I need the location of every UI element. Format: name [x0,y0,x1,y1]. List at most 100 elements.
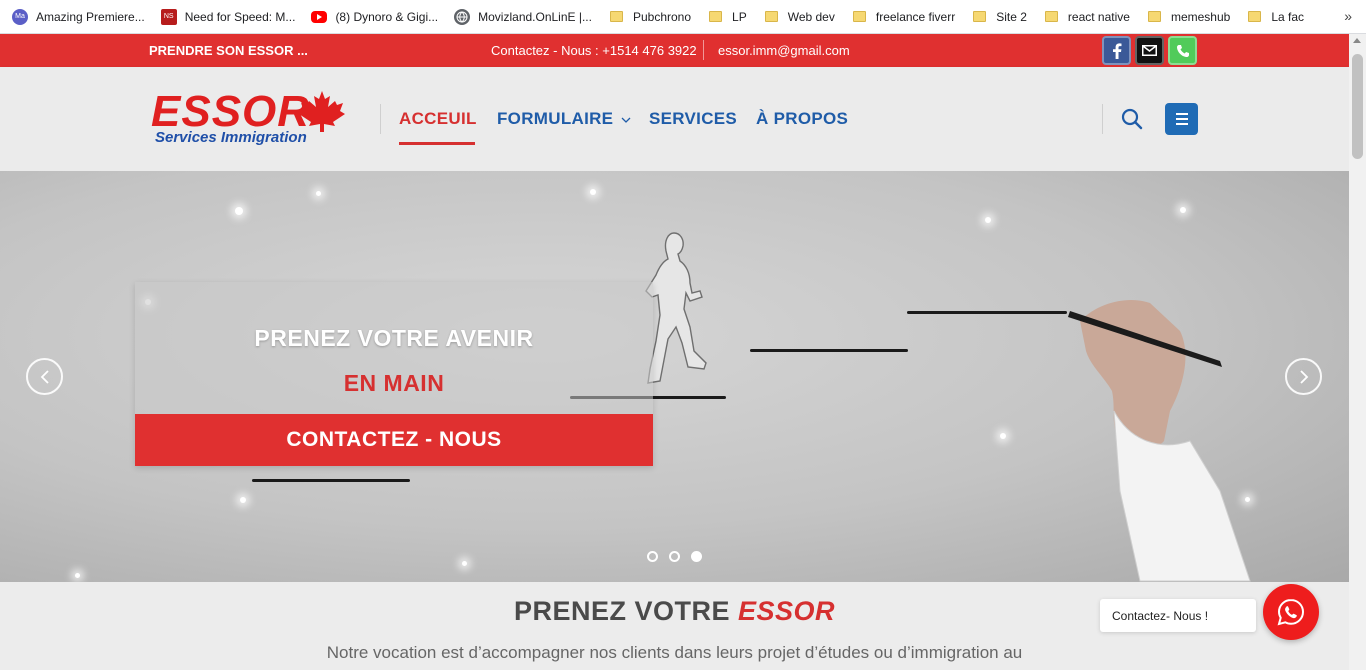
bookmark-label: LP [732,9,747,24]
header-divider [380,104,381,134]
bookmark-movizland[interactable]: Movizland.OnLinE |... [454,8,592,25]
facebook-button[interactable] [1102,36,1131,65]
bookmark-folder-lp[interactable]: LP [707,10,747,24]
bookmark-folder-pubchrono[interactable]: Pubchrono [608,10,691,24]
bookmark-folder-freelance[interactable]: freelance fiverr [851,10,955,24]
active-nav-underline [399,142,475,145]
bokeh-light [1000,433,1006,439]
slider-next-button[interactable] [1285,358,1322,395]
ma-badge-icon: Ma [12,8,28,25]
folder-icon [973,11,987,22]
slider-dot-2[interactable] [669,551,680,562]
email-link[interactable]: essor.imm@gmail.com [718,43,850,58]
globe-icon [454,8,471,25]
intro-text: Notre vocation est d’accompagner nos cli… [326,643,1023,662]
folder-icon [852,11,866,22]
facebook-icon [1112,42,1121,59]
bookmark-label: La fac [1271,9,1305,24]
hero-headline-accent: EN MAIN [343,370,445,396]
search-button[interactable] [1120,107,1144,131]
scrollbar-thumb[interactable] [1352,54,1363,159]
folder-icon [1147,11,1161,22]
nfs-icon: NS [160,8,177,25]
search-icon [1121,108,1143,130]
hero-card: PRENEZ VOTRE AVENIR EN MAIN CONTACTEZ - … [135,282,653,466]
bookmark-label: Site 2 [996,9,1027,24]
bookmark-need-for-speed[interactable]: NS Need for Speed: M... [160,8,296,25]
bookmark-label: react native [1067,9,1130,24]
maple-leaf-icon [299,91,345,132]
section-title-plain: PRENEZ VOTRE [513,596,738,626]
slider-prev-button[interactable] [26,358,63,395]
bookmark-label: Web dev [787,9,835,24]
phone-button[interactable] [1168,36,1197,65]
folder-icon [1044,11,1058,22]
site-header: ESSOR Services Immigration ACCEUIL FORMU… [0,67,1349,171]
bookmark-amazing-premiere[interactable]: Ma Amazing Premiere... [12,8,145,25]
bookmark-label: Amazing Premiere... [36,9,145,24]
folder-icon [1248,11,1262,22]
drawn-step [907,311,1067,314]
bookmark-label: Pubchrono [632,9,692,24]
chevron-left-icon [40,369,49,384]
slider-dot-3[interactable] [691,551,702,562]
bookmark-label: freelance fiverr [875,9,956,24]
drawn-step [750,349,908,352]
section-title-accent: ESSOR [738,596,836,626]
bookmark-folder-react-native[interactable]: react native [1043,10,1130,24]
folder-icon [609,11,623,22]
folder-icon [709,11,723,22]
bookmark-folder-web-dev[interactable]: Web dev [763,10,835,24]
bookmark-label: memeshub [1170,9,1231,24]
bookmark-folder-memeshub[interactable]: memeshub [1146,10,1230,24]
hamburger-icon [1175,113,1188,115]
folder-icon [764,11,778,22]
scroll-up-icon[interactable] [1353,38,1361,43]
essor-logo[interactable]: ESSOR Services Immigration [149,87,349,153]
slider-dot-1[interactable] [647,551,658,562]
bookmark-dynoro[interactable]: (8) Dynoro & Gigi... [311,10,438,24]
bokeh-light [462,561,467,566]
menu-button[interactable] [1165,103,1198,135]
youtube-icon [311,10,328,23]
divider [703,40,704,60]
logo-subtitle: Services Immigration [155,129,307,146]
nav-label: FORMULAIRE [497,109,614,128]
phone-icon [1176,44,1189,57]
contact-us-button[interactable]: CONTACTEZ - NOUS [135,414,653,466]
bokeh-light [985,217,991,223]
email-button[interactable] [1135,36,1164,65]
drawn-step [252,479,410,482]
nav-acceuil[interactable]: ACCEUIL [399,109,477,129]
hand-with-pen-illustration [1068,300,1251,582]
nav-formulaire[interactable]: FORMULAIRE [497,109,631,129]
nav-a-propos[interactable]: À PROPOS [756,109,848,129]
whatsapp-icon [1277,598,1305,626]
bokeh-light [235,207,243,215]
bokeh-light [75,573,80,578]
bokeh-light [1180,207,1186,213]
chat-label[interactable]: Contactez- Nous ! [1100,599,1256,632]
hero-headline: PRENEZ VOTRE AVENIR [254,325,534,351]
page-scrollbar[interactable] [1349,34,1366,670]
chevron-down-icon [621,117,631,123]
hero-slider: PRENEZ VOTRE AVENIR EN MAIN CONTACTEZ - … [0,171,1349,582]
bookmarks-bar: Ma Amazing Premiere... NS Need for Speed… [0,0,1366,34]
bookmark-folder-site2[interactable]: Site 2 [971,10,1027,24]
more-bookmarks-button[interactable]: » [1344,8,1352,24]
nav-services[interactable]: SERVICES [649,109,737,129]
hamburger-line [1175,118,1188,120]
bokeh-light [240,497,246,503]
hamburger-line [1175,123,1188,125]
whatsapp-chat-button[interactable] [1263,584,1319,640]
top-contact-bar: PRENDRE SON ESSOR ... Contactez - Nous :… [0,34,1349,67]
phone-link[interactable]: Contactez - Nous : +1514 476 3922 [491,43,697,58]
bookmark-label: Movizland.OnLinE |... [478,9,592,24]
envelope-icon [1142,45,1157,56]
header-divider [1102,104,1103,134]
chevron-right-icon [1299,369,1308,384]
bokeh-light [590,189,596,195]
bookmark-folder-la-fac[interactable]: La fac [1246,10,1304,24]
bookmark-label: Need for Speed: M... [184,9,296,24]
tagline: PRENDRE SON ESSOR ... [149,43,308,58]
